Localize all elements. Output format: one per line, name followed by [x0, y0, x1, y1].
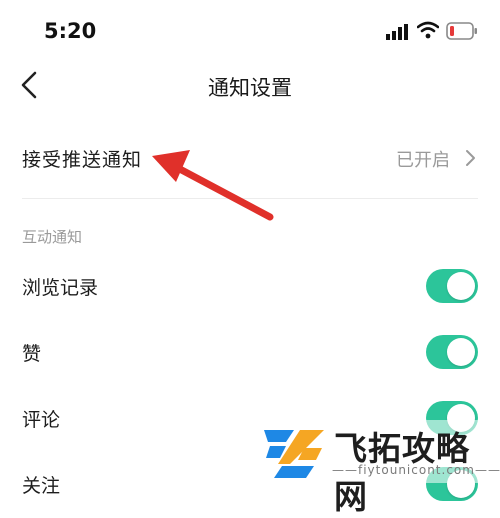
- battery-icon: [446, 22, 477, 40]
- nav-bar: 通知设置: [0, 62, 500, 108]
- watermark-subtitle: ——fiytounicont.com——: [332, 463, 500, 477]
- toggle-label: 浏览记录: [22, 277, 99, 299]
- likes-toggle[interactable]: [426, 335, 478, 369]
- toggle-knob: [447, 338, 475, 366]
- signal-icon: [386, 24, 408, 40]
- push-notification-label: 接受推送通知: [22, 149, 143, 171]
- page-title: 通知设置: [208, 76, 292, 100]
- status-bar: 5:20: [0, 0, 500, 62]
- section-title-interaction: 互动通知: [22, 228, 83, 246]
- browse-history-toggle[interactable]: [426, 269, 478, 303]
- chevron-right-icon: [466, 150, 475, 166]
- wifi-icon: [417, 21, 439, 39]
- push-notification-status: 已开启: [396, 150, 450, 171]
- toggle-row-likes: 赞: [0, 324, 500, 380]
- toggle-knob: [447, 272, 475, 300]
- toggle-label: 评论: [22, 409, 61, 431]
- push-notification-row[interactable]: 接受推送通知 已开启: [0, 130, 500, 186]
- watermark-logo: [264, 430, 324, 478]
- watermark: 飞拓攻略网 ——fiytounicont.com——: [250, 420, 500, 516]
- toggle-label: 关注: [22, 475, 61, 497]
- toggle-row-browse-history: 浏览记录: [0, 258, 500, 314]
- divider: [22, 198, 478, 199]
- status-time: 5:20: [44, 19, 97, 43]
- toggle-label: 赞: [22, 343, 42, 365]
